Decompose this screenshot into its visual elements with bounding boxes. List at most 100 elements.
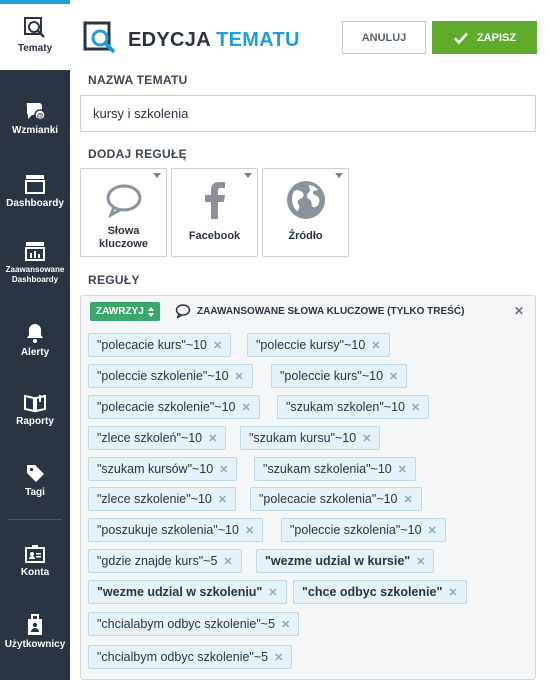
keyword-tag-label: "chcialbym odbyc szkolenie"~5 (97, 650, 269, 664)
keyword-tag-label: "zlece szkolenie"~10 (97, 492, 212, 506)
keyword-tag-label: "szukam kursu"~10 (249, 431, 357, 445)
save-button[interactable]: ZAPISZ (432, 21, 537, 54)
keyword-tag: "chcialabym odbyc szkolenie"~5 ✕ (88, 612, 300, 636)
sidebar-item-label: Raporty (16, 416, 54, 427)
add-keywords-rule-card[interactable]: Słowa kluczowe (80, 168, 167, 257)
rules-label: REGUŁY (88, 273, 140, 287)
keyword-tag-label: "gdzie znajde kurs"~5 (97, 554, 218, 568)
mentions-icon: @ (26, 103, 46, 121)
add-facebook-rule-card[interactable]: Facebook (171, 168, 258, 257)
remove-tag-icon[interactable]: ✕ (245, 524, 254, 537)
keyword-tag: "polecacie szkolenie"~10 ✕ (88, 395, 260, 419)
keyword-tag: "wezme udzial w kursie" ✕ (256, 549, 435, 573)
remove-tag-icon[interactable]: ✕ (281, 618, 290, 631)
speech-bubble-icon (175, 304, 191, 318)
sidebar-item-users[interactable]: Użytkownicy (0, 614, 70, 650)
remove-rule-icon[interactable]: ✕ (514, 304, 524, 318)
sidebar-item-label: Tematy (17, 43, 53, 54)
keyword-tag: "polecacie szkolenia"~10 ✕ (250, 487, 422, 511)
remove-tag-icon[interactable]: ✕ (213, 339, 222, 352)
remove-tag-icon[interactable]: ✕ (362, 432, 371, 445)
sidebar-item-label: Tagi (25, 487, 45, 498)
rule-card-label: Facebook (188, 230, 241, 242)
dashboard-icon (25, 175, 45, 194)
keyword-tag: "szukam kursów"~10 ✕ (88, 457, 238, 481)
globe-icon (286, 181, 325, 219)
remove-tag-icon[interactable]: ✕ (389, 370, 398, 383)
operator-label: ZAWRZYJ (96, 306, 144, 317)
keyword-tag-label: "szukam szkolen"~10 (286, 400, 406, 414)
keyword-tag-label: "chcialabym odbyc szkolenie"~5 (97, 617, 276, 631)
sidebar-item-mentions[interactable]: @ Wzmianki (0, 100, 70, 136)
keyword-tag-label: "chce odbyc szkolenie" (302, 585, 443, 599)
sidebar-item-label: Zaawansowane Dashboardy (5, 265, 65, 284)
topic-name-label: NAZWA TEMATU (88, 73, 188, 87)
topic-name-input[interactable] (80, 95, 536, 132)
keyword-tag-label: "poleccie kurs"~10 (280, 369, 384, 383)
remove-tag-icon[interactable]: ✕ (218, 493, 227, 506)
keyword-tag: "chce odbyc szkolenie" ✕ (293, 580, 467, 604)
sidebar-item-dashboards[interactable]: Dashboardy (0, 173, 70, 209)
keyword-tag-label: "poszukuje szkolenia"~10 (97, 523, 239, 537)
advanced-dashboard-icon (25, 242, 45, 261)
operator-select[interactable]: ZAWRZYJ (90, 302, 160, 321)
keyword-tag-label: "polecacie szkolenie"~10 (97, 400, 236, 414)
sidebar: Tematy @ Wzmianki Dashboardy Zaawansowan… (0, 0, 70, 680)
sidebar-item-label: Wzmianki (11, 125, 59, 136)
remove-tag-icon[interactable]: ✕ (428, 524, 437, 537)
remove-tag-icon[interactable]: ✕ (411, 401, 420, 414)
remove-tag-icon[interactable]: ✕ (208, 432, 217, 445)
rule-card-label: Źródło (288, 230, 323, 242)
rule-card-label: kluczowe (99, 238, 148, 250)
keyword-tag: "poleccie kursy"~10 ✕ (247, 333, 390, 357)
remove-tag-icon[interactable]: ✕ (241, 401, 250, 414)
remove-tag-icon[interactable]: ✕ (398, 463, 407, 476)
save-button-label: ZAPISZ (476, 31, 517, 44)
keyword-tag-label: "polecacie szkolenia"~10 (259, 492, 398, 506)
keyword-tag-label: "polecacie kurs"~10 (97, 338, 207, 352)
remove-tag-icon[interactable]: ✕ (416, 555, 425, 568)
cancel-button[interactable]: ANULUJ (342, 21, 426, 54)
sort-arrows-icon (147, 306, 154, 317)
rule-card-label: Słowa (107, 225, 140, 237)
sidebar-item-tags[interactable]: Tagi (0, 462, 70, 498)
chevron-down-icon (335, 173, 343, 178)
keyword-tag: "szukam szkolenia"~10 ✕ (254, 457, 416, 481)
add-source-rule-card[interactable]: Źródło (262, 168, 349, 257)
report-icon (24, 394, 46, 413)
remove-tag-icon[interactable]: ✕ (371, 339, 380, 352)
sidebar-item-topics[interactable]: Tematy (0, 0, 70, 70)
sidebar-item-advanced-dashboards[interactable]: Zaawansowane Dashboardy (0, 240, 70, 285)
sidebar-item-label: Użytkownicy (4, 639, 66, 650)
speech-bubble-icon (106, 184, 141, 219)
remove-tag-icon[interactable]: ✕ (268, 586, 277, 599)
sidebar-item-accounts[interactable]: Konta (0, 544, 70, 578)
remove-tag-icon[interactable]: ✕ (219, 463, 228, 476)
keyword-tag: "zlece szkoleń"~10 ✕ (88, 426, 227, 450)
rule-type-label: ZAAWANSOWANE SŁOWA KLUCZOWE (TYLKO TREŚĆ… (197, 305, 465, 317)
keyword-tag: "wezme udzial w szkoleniu" ✕ (88, 580, 287, 604)
page-title-part2: TEMATU (216, 29, 300, 51)
sidebar-item-label: Dashboardy (6, 198, 64, 209)
keyword-tag: "gdzie znajde kurs"~5 ✕ (88, 549, 242, 573)
remove-tag-icon[interactable]: ✕ (235, 370, 244, 383)
sidebar-item-alerts[interactable]: Alerty (0, 322, 70, 358)
sidebar-item-label: Konta (20, 567, 50, 578)
keyword-tag-label: "szukam szkolenia"~10 (263, 462, 392, 476)
remove-tag-icon[interactable]: ✕ (274, 651, 283, 664)
svg-text:@: @ (37, 113, 44, 120)
keyword-tag-label: "poleccie szkolenie"~10 (97, 369, 229, 383)
users-icon (28, 614, 42, 635)
chevron-down-icon (244, 173, 252, 178)
sidebar-divider (8, 519, 62, 520)
remove-tag-icon[interactable]: ✕ (448, 586, 457, 599)
remove-tag-icon[interactable]: ✕ (403, 493, 412, 506)
remove-tag-icon[interactable]: ✕ (223, 555, 232, 568)
keyword-tag: "zlece szkolenie"~10 ✕ (88, 487, 237, 511)
topic-edit-icon (83, 21, 116, 54)
page-title: EDYCJA TEMATU (128, 29, 300, 52)
keyword-tag-label: "zlece szkoleń"~10 (97, 431, 203, 445)
sidebar-item-reports[interactable]: Raporty (0, 393, 70, 427)
keyword-tag: "polecacie kurs"~10 ✕ (88, 333, 232, 357)
page-title-part1: EDYCJA (128, 29, 211, 51)
